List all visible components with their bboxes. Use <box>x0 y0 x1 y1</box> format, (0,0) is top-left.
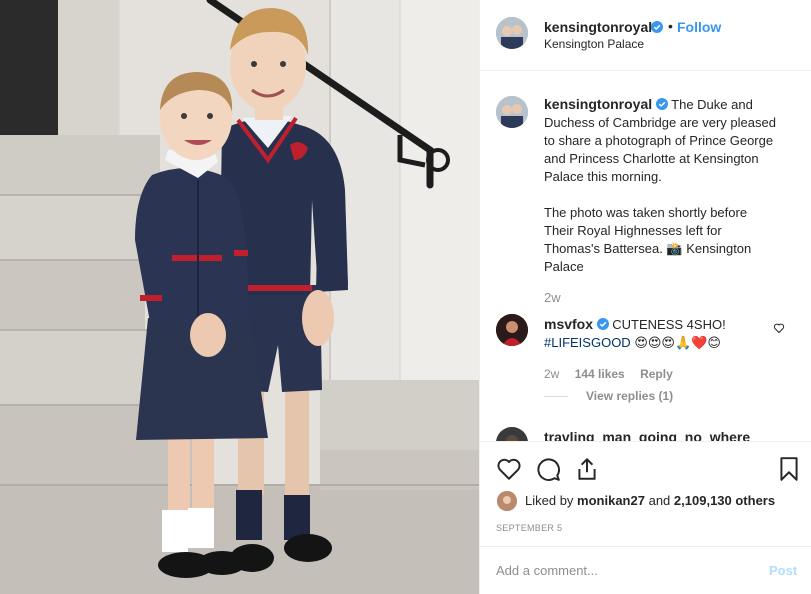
post-username[interactable]: kensingtonroyal <box>544 19 652 35</box>
caption-text-2: The photo was taken shortly before Their… <box>544 205 752 274</box>
post-header: kensingtonroyal • Follow Kensington Pala… <box>480 0 811 71</box>
likes-prefix: Liked by <box>525 493 574 508</box>
avatar-image <box>496 96 528 128</box>
comment-icon[interactable] <box>535 456 561 482</box>
verified-badge-icon <box>655 98 668 110</box>
action-bar: Liked by monikan27 and 2,109,130 others … <box>480 441 811 546</box>
comment-username[interactable]: msvfox <box>544 316 593 332</box>
avatar-image <box>496 314 528 346</box>
likes-count[interactable]: 2,109,130 others <box>674 493 775 508</box>
post-photo[interactable] <box>0 0 479 594</box>
post-date[interactable]: SEPTEMBER 5 <box>496 523 562 533</box>
comment-likes[interactable]: 144 likes <box>575 367 625 381</box>
likes-joiner: and <box>648 493 671 508</box>
separator-dot: • <box>668 18 673 34</box>
comment-hashtag[interactable]: #LIFEISGOOD <box>544 335 631 350</box>
add-comment-bar: Post <box>480 546 811 594</box>
comment-like-heart-icon[interactable] <box>773 322 785 334</box>
avatar[interactable] <box>496 17 528 49</box>
comment-avatar[interactable] <box>496 427 528 441</box>
comment-avatar[interactable] <box>496 314 528 346</box>
follow-button[interactable]: Follow <box>677 19 721 35</box>
bookmark-icon[interactable] <box>776 456 802 482</box>
view-replies-button[interactable]: View replies (1) <box>586 389 673 403</box>
caption-timestamp[interactable]: 2w <box>544 290 561 305</box>
comment-timestamp[interactable]: 2w <box>544 367 559 381</box>
share-icon[interactable] <box>574 456 600 482</box>
caption-username[interactable]: kensingtonroyal <box>544 96 652 112</box>
comment-item: msvfox CUTENESS 4SHO! #LIFEISGOOD 😍😍😍🙏❤️… <box>544 315 764 352</box>
comment-text: CUTENESS 4SHO! <box>612 317 726 332</box>
view-replies-divider <box>544 396 568 397</box>
reply-button[interactable]: Reply <box>640 367 673 381</box>
comment-item: travling_man_going_no_where <box>544 429 750 441</box>
avatar-image <box>496 17 528 49</box>
avatar-image <box>496 427 528 441</box>
heart-icon[interactable] <box>496 456 522 482</box>
post-location[interactable]: Kensington Palace <box>544 37 644 51</box>
photo-illustration <box>0 0 479 594</box>
comment-input[interactable] <box>496 560 746 580</box>
post-caption: kensingtonroyal The Duke and Duchess of … <box>544 95 776 276</box>
post-sidebar: kensingtonroyal • Follow Kensington Pala… <box>479 0 811 594</box>
comment-emojis: 😍😍😍🙏❤️😊 <box>634 335 721 350</box>
verified-badge-icon <box>596 318 609 330</box>
verified-badge-icon <box>651 21 663 33</box>
caption-avatar[interactable] <box>496 96 528 128</box>
liker-username[interactable]: monikan27 <box>577 493 645 508</box>
liker-avatar[interactable] <box>497 491 517 511</box>
avatar-image <box>497 491 517 511</box>
comment-meta: 2w 144 likes Reply <box>544 367 685 381</box>
comment-username[interactable]: travling_man_going_no_where <box>544 429 750 441</box>
comments-list[interactable]: kensingtonroyal The Duke and Duchess of … <box>480 71 811 441</box>
post-button[interactable]: Post <box>769 563 797 578</box>
likes-summary: Liked by monikan27 and 2,109,130 others <box>525 493 775 508</box>
